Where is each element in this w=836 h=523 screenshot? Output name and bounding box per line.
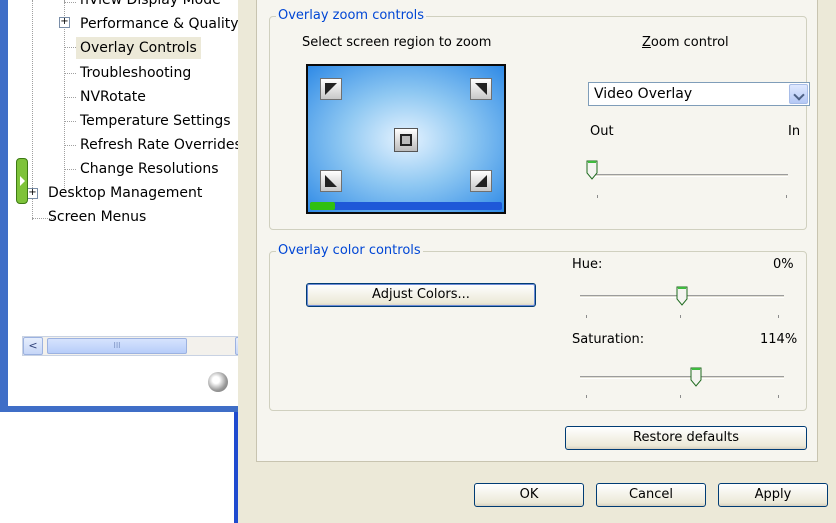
zoom-slider-track[interactable] (592, 174, 788, 177)
hue-label: Hue: (572, 257, 603, 272)
tree-connector (64, 121, 76, 122)
center-square-icon (400, 134, 412, 146)
tree-item-refresh-rate-overrides[interactable]: Refresh Rate Overrides (76, 134, 246, 156)
horizontal-scrollbar[interactable]: < III > (22, 336, 256, 356)
zoom-control-select[interactable]: Video Overlay (588, 82, 810, 106)
tree-item-troubleshooting[interactable]: Troubleshooting (76, 62, 195, 84)
tree-connector (64, 145, 76, 146)
settings-page: Overlay zoom controls Select screen regi… (256, 0, 818, 462)
saturation-slider-track[interactable] (580, 376, 784, 379)
zoom-slider-thumb[interactable] (586, 160, 598, 180)
zoom-in-label: In (788, 124, 801, 139)
zoom-control-value: Video Overlay (594, 86, 693, 102)
tree-item-performance-quality[interactable]: Performance & Quality S (76, 13, 256, 35)
overlay-controls-dialog: Overlay zoom controls Select screen regi… (238, 0, 836, 523)
tree-connector (64, 97, 76, 98)
tree-item-nview-display-mode[interactable]: nView Display Mode (76, 0, 225, 11)
tree-item-temperature-settings[interactable]: Temperature Settings (76, 110, 235, 132)
slider-tick (586, 315, 587, 318)
slider-tick (597, 195, 598, 198)
cancel-button[interactable]: Cancel (596, 483, 706, 507)
slider-tick (778, 315, 779, 318)
region-label: Select screen region to zoom (302, 35, 492, 50)
navigation-panel: nView Display Mode + Performance & Quali… (0, 0, 258, 412)
adjust-colors-button[interactable]: Adjust Colors... (306, 283, 536, 307)
tree-item-screen-menus[interactable]: Screen Menus (44, 206, 150, 228)
tree-connector (64, 2, 76, 3)
zoom-progress-bar (310, 202, 502, 210)
hotkey-letter: Z (642, 35, 651, 50)
slider-tick (586, 395, 587, 398)
slider-tick (680, 315, 681, 318)
slider-tick (786, 195, 787, 198)
tree-item-nvrotate[interactable]: NVRotate (76, 86, 150, 108)
zoom-control-label: Zoom control (642, 35, 729, 50)
scroll-left-button[interactable]: < (23, 337, 43, 355)
arrow-top-right-icon (475, 83, 487, 95)
tree-connector (64, 73, 76, 74)
overlay-zoom-group: Overlay zoom controls Select screen regi… (269, 8, 810, 230)
scroll-thumb[interactable]: III (47, 338, 187, 354)
zoom-bottom-left-button[interactable] (320, 170, 342, 192)
zoom-region-selector[interactable] (306, 64, 506, 214)
zoom-progress-fill (310, 202, 335, 210)
zoom-bottom-right-button[interactable] (470, 170, 492, 192)
slider-tick (680, 395, 681, 398)
arrow-bottom-right-icon (475, 175, 487, 187)
saturation-slider-thumb[interactable] (690, 367, 702, 387)
tree-item-overlay-controls[interactable]: Overlay Controls (76, 37, 201, 59)
ok-button[interactable]: OK (474, 483, 584, 507)
tree-connector (64, 0, 65, 190)
saturation-value: 114% (760, 332, 798, 347)
arrow-top-left-icon (325, 83, 337, 95)
zoom-top-right-button[interactable] (470, 78, 492, 100)
saturation-label: Saturation: (572, 332, 645, 347)
tree-item-change-resolutions[interactable]: Change Resolutions (76, 158, 223, 180)
chevron-down-icon[interactable] (789, 84, 808, 104)
tree-connector (64, 47, 76, 48)
tree-connector (64, 169, 76, 170)
slider-tick (778, 395, 779, 398)
tree-item-desktop-management[interactable]: Desktop Management (44, 182, 206, 204)
settings-tree: nView Display Mode + Performance & Quali… (18, 0, 256, 330)
restore-defaults-button[interactable]: Restore defaults (565, 426, 807, 450)
group-title: Overlay zoom controls (276, 8, 427, 23)
overlay-color-group: Overlay color controls Adjust Colors... … (269, 243, 807, 411)
collapse-panel-tab[interactable] (16, 158, 28, 204)
arrow-bottom-left-icon (325, 175, 337, 187)
zoom-top-left-button[interactable] (320, 78, 342, 100)
nvidia-ring-icon[interactable] (208, 372, 228, 392)
zoom-out-label: Out (590, 124, 614, 139)
zoom-center-button[interactable] (394, 128, 418, 152)
expand-icon[interactable]: + (27, 188, 38, 199)
hue-value: 0% (773, 257, 794, 272)
group-title: Overlay color controls (276, 243, 423, 258)
apply-button[interactable]: Apply (718, 483, 828, 507)
zoom-control-text: oom control (650, 35, 729, 50)
hue-slider-thumb[interactable] (676, 286, 688, 306)
expand-icon[interactable]: + (59, 17, 70, 28)
